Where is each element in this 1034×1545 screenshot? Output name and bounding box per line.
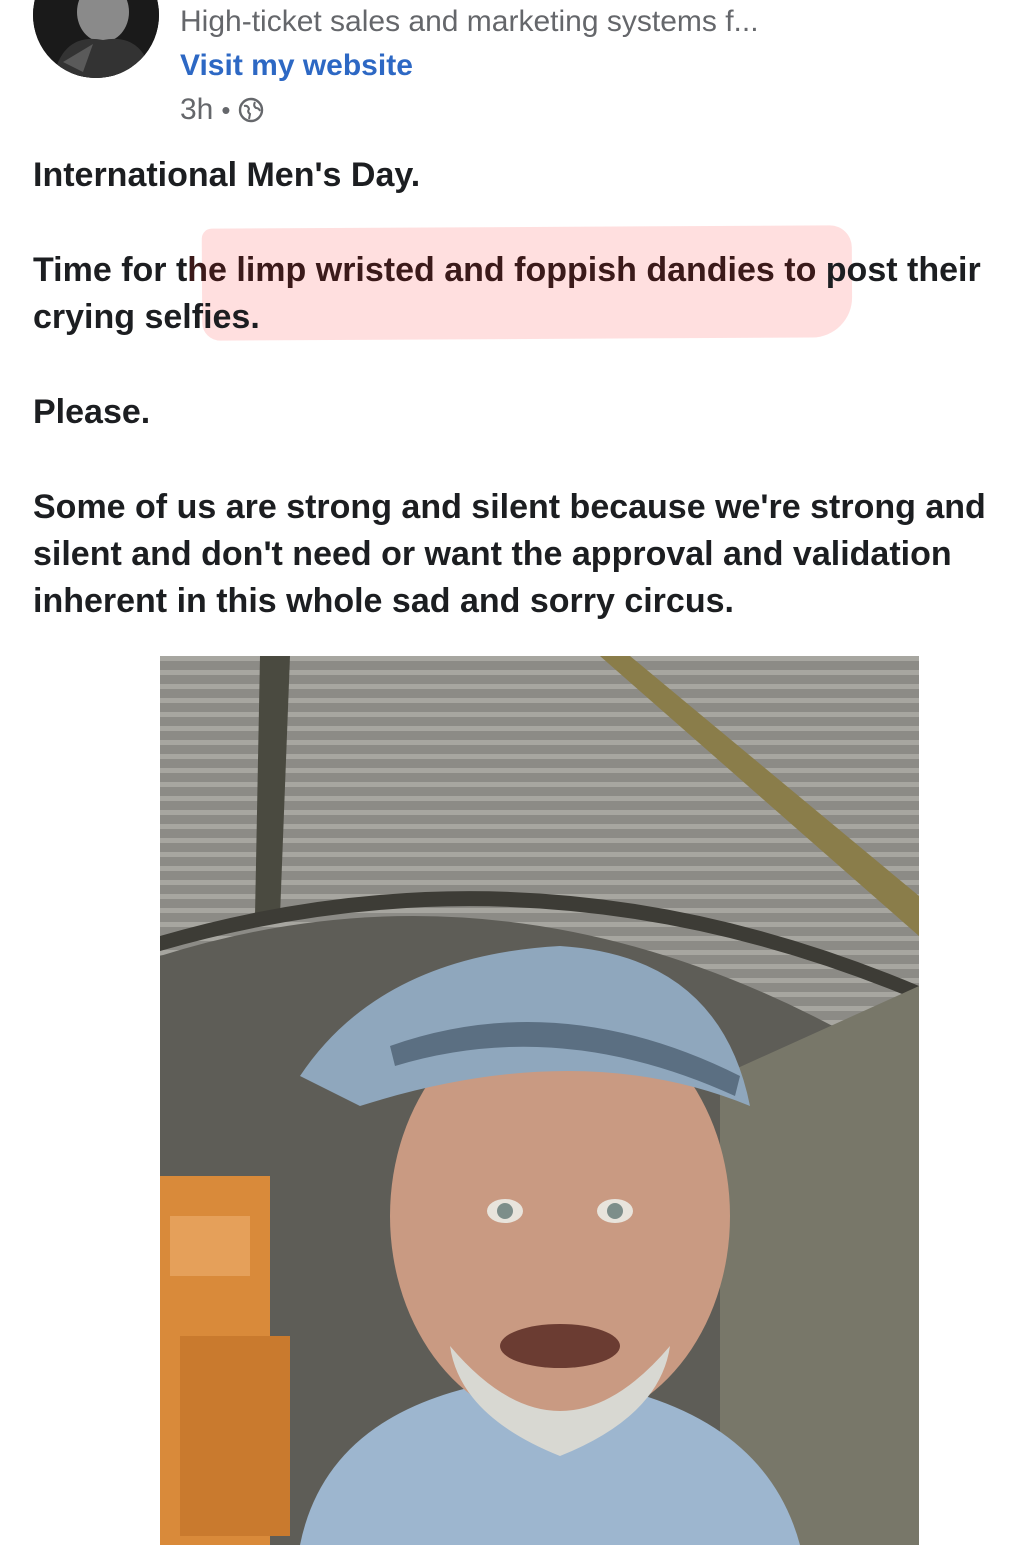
- avatar-image: [33, 0, 159, 78]
- visit-website-link[interactable]: Visit my website: [180, 44, 413, 88]
- post-line-2-start: Time for t: [33, 251, 188, 289]
- post-header: High-ticket sales and marketing systems …: [180, 0, 1020, 132]
- post-line-3: Please.: [33, 393, 151, 431]
- avatar[interactable]: [33, 0, 159, 78]
- post-time[interactable]: 3h: [180, 93, 213, 127]
- highlighted-text: he limp wristed and foppish dandies to: [187, 251, 817, 289]
- post-meta: 3h •: [180, 88, 1020, 132]
- post-line-1: International Men's Day.: [33, 156, 421, 194]
- post-line-2: Time for the limp wristed and foppish da…: [33, 247, 1023, 341]
- barn-selfie-image: [160, 656, 919, 1545]
- post-photo[interactable]: [160, 656, 919, 1545]
- meta-separator: •: [221, 94, 231, 125]
- post-card: High-ticket sales and marketing systems …: [0, 0, 1034, 1545]
- author-subtitle: High-ticket sales and marketing systems …: [180, 5, 759, 38]
- post-line-4: Some of us are strong and silent because…: [33, 488, 986, 620]
- post-body: International Men's Day. Time for the li…: [33, 152, 1023, 673]
- globe-icon[interactable]: [238, 97, 264, 123]
